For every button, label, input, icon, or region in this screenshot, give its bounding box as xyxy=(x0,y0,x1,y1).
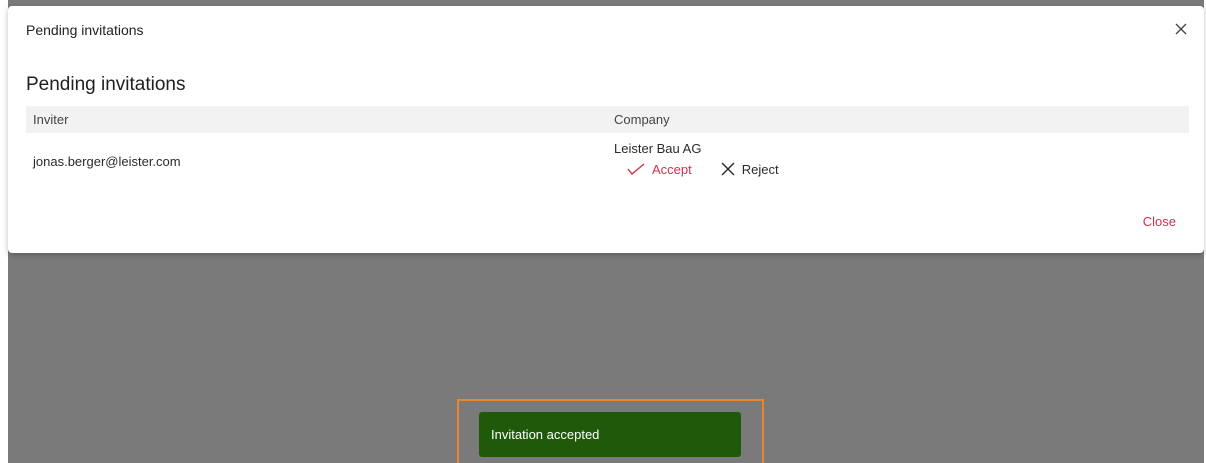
check-icon xyxy=(626,162,652,176)
toast-notification: Invitation accepted xyxy=(479,412,741,457)
reject-label: Reject xyxy=(741,161,779,177)
dialog-close-button[interactable] xyxy=(1172,20,1190,38)
section-heading: Pending invitations xyxy=(26,74,186,95)
column-header-inviter: Inviter xyxy=(33,112,69,127)
page: Pending invitations Pending invitations … xyxy=(0,0,1206,463)
accept-label: Accept xyxy=(652,161,692,177)
column-header-company: Company xyxy=(614,112,670,127)
company-name: Leister Bau AG xyxy=(614,141,702,156)
x-icon xyxy=(720,161,742,177)
accept-button[interactable]: Accept xyxy=(626,162,692,177)
table-header: Inviter Company xyxy=(26,106,1189,133)
dialog-title: Pending invitations xyxy=(26,22,144,38)
toast-message: Invitation accepted xyxy=(491,427,600,442)
close-button[interactable]: Close xyxy=(1143,214,1176,229)
pending-invitations-dialog: Pending invitations Pending invitations … xyxy=(8,6,1204,253)
inviter-email: jonas.berger@leister.com xyxy=(33,154,181,169)
invitations-table: Inviter Company jonas.berger@leister.com… xyxy=(26,106,1189,189)
invitation-actions: Accept Reject xyxy=(626,161,779,177)
reject-button[interactable]: Reject xyxy=(720,161,779,177)
table-row: jonas.berger@leister.com Leister Bau AG … xyxy=(26,133,1189,189)
close-icon xyxy=(1172,20,1190,38)
